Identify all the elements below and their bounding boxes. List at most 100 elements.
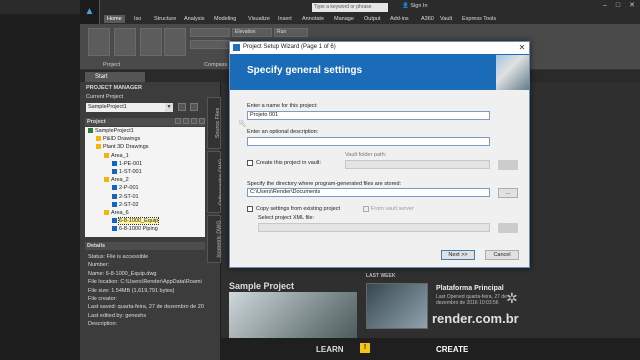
plant-settings-button[interactable] [114, 28, 136, 56]
toolbar-icon[interactable] [199, 118, 205, 124]
tree-item[interactable]: 2-P-001 [112, 185, 139, 192]
directory-browse-button[interactable]: ... [498, 188, 518, 198]
tree-item[interactable]: 1-PE-001 [112, 161, 142, 168]
maximize-button[interactable]: □ [613, 1, 623, 11]
panel-title-project: Project [103, 62, 121, 68]
project-manager-button[interactable] [88, 28, 110, 56]
tree-item-label: Area_2 [111, 177, 129, 184]
autocad-logo-icon: ▲ [84, 6, 95, 17]
description-input[interactable] [247, 137, 490, 146]
tree-item[interactable]: Area_6 [104, 210, 129, 217]
tree-item[interactable]: 2-ST-02 [112, 202, 139, 209]
vault-browse-button[interactable] [498, 160, 518, 170]
tab-source-files[interactable]: Source Files [207, 97, 221, 149]
run-field[interactable]: Run [274, 28, 308, 37]
panel-title-compass: Compass [204, 62, 228, 68]
tab-a360[interactable]: A360 [418, 15, 437, 23]
run-label: Run [277, 29, 287, 35]
vault-folder-input[interactable] [345, 160, 490, 169]
folder-icon [88, 128, 93, 134]
detail-line: Number: [88, 262, 110, 269]
tree-item-label: Area_1 [111, 152, 129, 159]
detail-line: Description: [88, 321, 118, 328]
recent-project-thumbnail[interactable] [366, 283, 428, 329]
copy-settings-label: Copy settings from existing project [256, 206, 341, 212]
learn-tab[interactable]: LEARN [316, 345, 344, 354]
xml-browse-button[interactable] [498, 223, 518, 233]
tree-item-label: Plant 3D Drawings [103, 144, 149, 151]
tab-orthographic-dwg[interactable]: Orthographic DWG [207, 151, 224, 213]
from-vault-checkbox[interactable] [363, 206, 369, 212]
toolbar-icon[interactable] [183, 118, 189, 124]
from-vault-label: From vault server [371, 206, 414, 212]
project-name-input[interactable]: Projeto 001 [247, 111, 490, 120]
tab-visualize[interactable]: Visualize [245, 15, 273, 23]
sign-in-button[interactable]: 👤 Sign In [402, 3, 428, 9]
tree-item[interactable]: Area_2 [104, 177, 129, 184]
notification-badge: ! [360, 343, 370, 353]
xml-file-input[interactable] [258, 223, 490, 232]
tab-iso[interactable]: Iso [131, 15, 144, 23]
watermark: render.com.br [432, 311, 519, 326]
drawing-icon [112, 193, 117, 199]
next-button[interactable]: Next >> [441, 250, 475, 260]
application-menu-button[interactable]: ▲ [80, 0, 100, 24]
tab-express-tools[interactable]: Express Tools [459, 15, 499, 23]
folder-icon [96, 144, 101, 150]
tab-manage[interactable]: Manage [331, 15, 357, 23]
ribbon-tool-button[interactable] [164, 28, 186, 56]
elevation-field[interactable]: Elevation [232, 28, 272, 37]
sample-project-thumbnail[interactable] [229, 292, 357, 338]
search-input[interactable]: Type a keyword or phrase [312, 3, 388, 12]
tree-item[interactable]: SampleProject1 [88, 128, 134, 135]
detail-line: Name: 6-8-1000_Equip.dwg [88, 270, 157, 277]
tab-annotate[interactable]: Annotate [299, 15, 327, 23]
chevron-down-icon[interactable]: ▼ [165, 103, 173, 112]
vault-checkbox[interactable] [247, 160, 253, 166]
vault-checkbox-label: Create this project in vault: [256, 160, 322, 166]
copy-settings-checkbox[interactable] [247, 206, 253, 212]
tab-output[interactable]: Output [361, 15, 384, 23]
current-project-select[interactable]: SampleProject1 [86, 103, 172, 112]
toolbar-icon[interactable] [191, 118, 197, 124]
drawing-icon [112, 201, 117, 207]
tab-start[interactable]: Start [85, 72, 145, 82]
cancel-button[interactable]: Cancel [485, 250, 519, 260]
sign-in-label: Sign In [410, 3, 428, 9]
minimize-button[interactable]: – [600, 1, 610, 11]
wizard-icon [233, 44, 240, 51]
drawing-icon [112, 218, 117, 224]
tree-item[interactable]: 2-ST-01 [112, 194, 139, 201]
tab-isometric-dwg[interactable]: Isometric DWG [207, 215, 222, 263]
tree-item[interactable]: 1-ST-001 [112, 169, 142, 176]
create-tab[interactable]: CREATE [436, 345, 468, 354]
ribbon-tool-button[interactable] [140, 28, 162, 56]
project-settings-icon[interactable] [178, 103, 186, 111]
tree-item[interactable]: Plant 3D Drawings [96, 144, 149, 151]
tab-add-ins[interactable]: Add-ins [387, 15, 412, 23]
close-icon[interactable]: ✕ [516, 42, 528, 53]
directory-input[interactable]: C:\Users\Render\Documents [247, 188, 490, 197]
project-tree[interactable]: SampleProject1 P&ID Drawings Plant 3D Draw… [85, 127, 205, 237]
project-name-label: Enter a name for this project: [247, 103, 318, 109]
close-window-button[interactable]: ✕ [627, 1, 637, 11]
tab-structure[interactable]: Structure [151, 15, 179, 23]
tree-item[interactable]: 6-8-1000_Equip [112, 217, 160, 226]
tree-item[interactable]: 6-8-1000 Piping [112, 226, 158, 233]
drawing-icon [112, 185, 117, 191]
toolbar-icon[interactable] [175, 118, 181, 124]
tab-analysis[interactable]: Analysis [181, 15, 207, 23]
tree-item-label: 1-PE-001 [119, 160, 143, 167]
tab-vault[interactable]: Vault [437, 15, 455, 23]
tab-modeling[interactable]: Modeling [211, 15, 239, 23]
tab-home[interactable]: Home [104, 15, 125, 23]
compass-dropdown[interactable] [190, 40, 230, 49]
render-logo-icon: ✲ [506, 290, 518, 306]
tab-insert[interactable]: Insert [275, 15, 295, 23]
tree-item[interactable]: P&ID Drawings [96, 136, 140, 143]
compass-dropdown[interactable] [190, 28, 230, 37]
tree-item[interactable]: Area_1 [104, 153, 129, 160]
recent-project-name[interactable]: Plataforma Principal [436, 285, 504, 292]
tree-item-label: 1-ST-001 [119, 169, 142, 175]
project-open-icon[interactable] [190, 103, 198, 111]
